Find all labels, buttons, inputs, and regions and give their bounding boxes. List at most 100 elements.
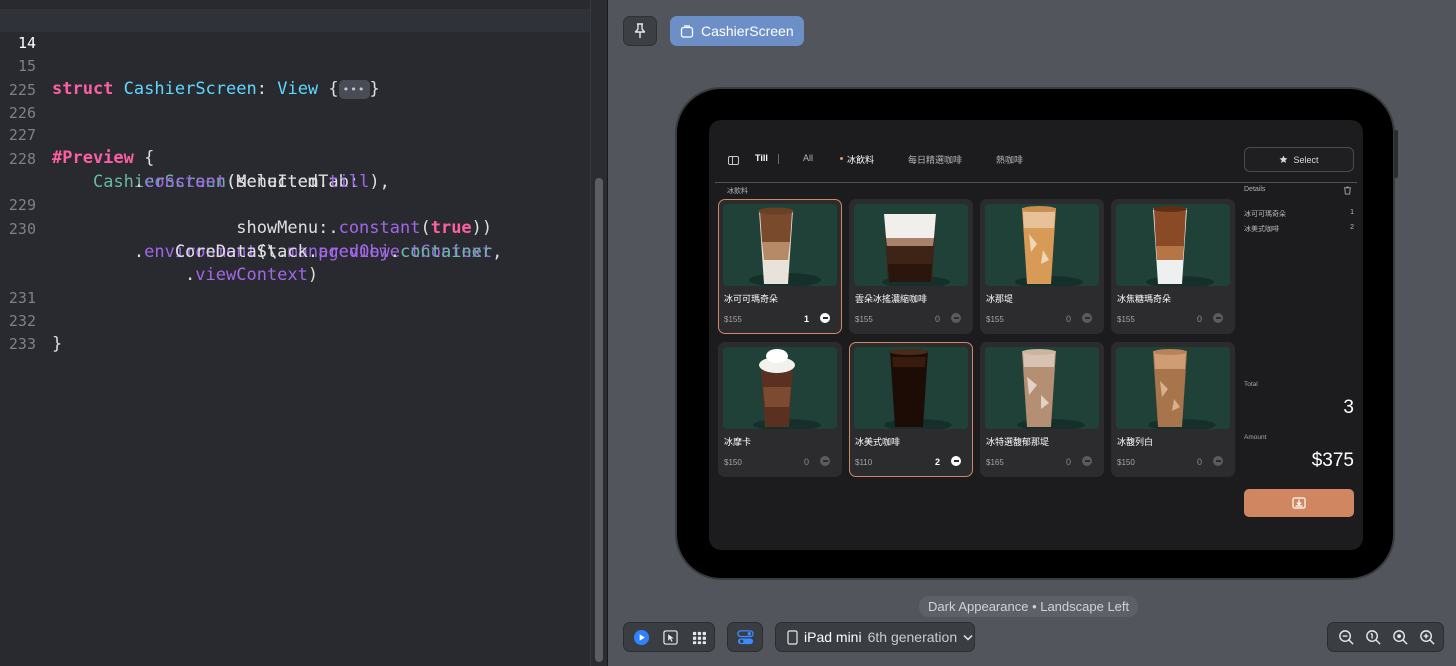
product-quantity: 0 <box>803 457 809 467</box>
product-card[interactable]: 冰那堤 $155 0 <box>980 199 1104 334</box>
code-text: } <box>52 334 63 354</box>
preview-selector-chip[interactable]: CashierScreen <box>670 16 804 46</box>
code-line[interactable]: 225 <box>0 56 590 99</box>
tab-all[interactable]: All <box>803 153 813 163</box>
product-price: $155 <box>855 315 873 324</box>
toggle-variants-icon <box>736 629 754 644</box>
total-value: 3 <box>1343 397 1354 418</box>
decrease-quantity-icon[interactable] <box>951 313 961 323</box>
zoom-actual-button[interactable] <box>1391 628 1409 646</box>
star-icon <box>1279 155 1289 164</box>
checkout-tray-icon <box>1292 497 1306 509</box>
device-name: iPad mini <box>804 629 862 645</box>
code-editor[interactable]: 13 14 15 struct CashierScreen: View {•••… <box>0 0 607 666</box>
app-screen: Till All 冰飲料 每日精選咖啡 熱咖啡 Select 冰飲料 冰可可瑪奇… <box>709 120 1363 550</box>
code-line[interactable]: 227 #Preview { <box>0 101 590 168</box>
code-line[interactable]: .constant(MenuItem.till), <box>0 148 590 192</box>
product-price: $110 <box>855 458 873 467</box>
product-price: $155 <box>724 315 742 324</box>
decrease-quantity-icon[interactable] <box>951 456 961 466</box>
device-settings-button[interactable] <box>727 622 763 652</box>
device-generation: 6th generation <box>867 629 958 645</box>
product-name: 冰那堤 <box>986 294 1014 304</box>
select-mode-button[interactable] <box>661 628 679 646</box>
product-name: 冰可可瑪奇朵 <box>724 294 779 304</box>
code-line[interactable]: CoreDataStack.preview.container <box>0 218 590 262</box>
checkout-button[interactable] <box>1244 489 1354 517</box>
tab-iced-drinks[interactable]: 冰飲料 <box>847 153 874 166</box>
live-mode-button[interactable] <box>632 628 650 646</box>
decrease-quantity-icon[interactable] <box>1082 456 1092 466</box>
editor-scroll-thumb[interactable] <box>595 178 603 662</box>
code-line[interactable]: 228 CashierScreen(selectedTab: <box>0 125 590 192</box>
preview-canvas: CashierScreen Till All 冰飲料 每日精選咖啡 熱咖啡 Se… <box>607 0 1456 666</box>
decrease-quantity-icon[interactable] <box>1213 313 1223 323</box>
divider <box>715 182 1357 183</box>
code-line[interactable]: 230 .environment(\.managedObjectContext, <box>0 195 590 262</box>
product-name: 冰摩卡 <box>724 437 752 447</box>
details-item-qty: 2 <box>1350 224 1354 231</box>
sidebar-toggle-icon[interactable] <box>728 156 739 165</box>
product-quantity: 0 <box>1065 457 1071 467</box>
code-line[interactable]: 233 <box>0 310 590 353</box>
code-line[interactable]: .viewContext) <box>0 241 590 285</box>
product-card[interactable]: 冰美式咖啡 $110 2 <box>849 342 973 477</box>
editor-scrollbar[interactable] <box>590 0 607 666</box>
product-card[interactable]: 冰可可瑪奇朵 $155 1 <box>718 199 842 334</box>
product-quantity: 0 <box>1196 314 1202 324</box>
decrease-quantity-icon[interactable] <box>1213 456 1223 466</box>
preview-window-icon <box>680 24 694 38</box>
device-picker[interactable]: iPad mini 6th generation <box>775 622 975 652</box>
details-line-item: 冰可可瑪奇朵 1 <box>1244 209 1354 219</box>
product-card[interactable]: 冰特選馥郁那堤 $165 0 <box>980 342 1104 477</box>
zoom-out-icon <box>1338 629 1354 645</box>
product-card[interactable]: 冰馥列白 $150 0 <box>1111 342 1235 477</box>
product-price: $165 <box>986 458 1004 467</box>
zoom-fit-icon <box>1365 629 1381 645</box>
line-number: 233 <box>8 335 36 353</box>
zoom-fit-button[interactable] <box>1364 628 1382 646</box>
product-quantity: 0 <box>1065 314 1071 324</box>
amount-label: Amount <box>1244 434 1267 441</box>
product-quantity: 1 <box>803 314 809 324</box>
zoom-controls <box>1327 622 1444 652</box>
code-line[interactable]: 226 <box>0 79 590 122</box>
tab-till[interactable]: Till <box>755 153 768 163</box>
ipad-device-frame: Till All 冰飲料 每日精選咖啡 熱咖啡 Select 冰飲料 冰可可瑪奇… <box>675 87 1395 580</box>
product-photo <box>1116 347 1230 429</box>
product-photo <box>854 347 968 429</box>
device-side-button <box>1394 130 1398 178</box>
preview-appearance-label: Dark Appearance • Landscape Left <box>919 596 1139 617</box>
product-price: $150 <box>1117 458 1135 467</box>
variants-grid-button[interactable] <box>690 628 708 646</box>
tab-daily-coffee[interactable]: 每日精選咖啡 <box>908 153 962 166</box>
product-card[interactable]: 冰焦糖瑪奇朵 $155 0 <box>1111 199 1235 334</box>
product-price: $155 <box>986 315 1004 324</box>
decrease-quantity-icon[interactable] <box>820 313 830 323</box>
details-title: Details <box>1244 186 1266 193</box>
product-price: $150 <box>724 458 742 467</box>
code-line[interactable]: 15 struct CashierScreen: View {•••} <box>0 32 590 99</box>
product-card[interactable]: 雲朵冰搖濃縮咖啡 $155 0 <box>849 199 973 334</box>
product-photo <box>1116 204 1230 286</box>
code-line[interactable]: 231 <box>0 264 590 307</box>
code-line[interactable]: 229 showMenu:.constant(true)) <box>0 171 590 238</box>
product-name: 冰美式咖啡 <box>855 437 901 447</box>
trash-icon[interactable] <box>1343 186 1352 195</box>
details-line-item: 冰美式咖啡 2 <box>1244 224 1354 234</box>
select-button[interactable]: Select <box>1244 147 1354 172</box>
zoom-in-button[interactable] <box>1418 628 1436 646</box>
code-line[interactable]: 13 <box>0 0 590 29</box>
code-line-current[interactable]: 14 <box>0 9 590 52</box>
decrease-quantity-icon[interactable] <box>1082 313 1092 323</box>
pin-preview-button[interactable] <box>623 16 657 46</box>
decrease-quantity-icon[interactable] <box>820 456 830 466</box>
zoom-out-button[interactable] <box>1337 628 1355 646</box>
product-photo <box>723 204 837 286</box>
product-card[interactable]: 冰摩卡 $150 0 <box>718 342 842 477</box>
zoom-in-icon <box>1419 629 1435 645</box>
product-name: 雲朵冰搖濃縮咖啡 <box>855 294 928 304</box>
code-line[interactable]: 232 } <box>0 287 590 354</box>
product-quantity: 0 <box>1196 457 1202 467</box>
tab-hot-coffee[interactable]: 熱咖啡 <box>996 153 1023 166</box>
